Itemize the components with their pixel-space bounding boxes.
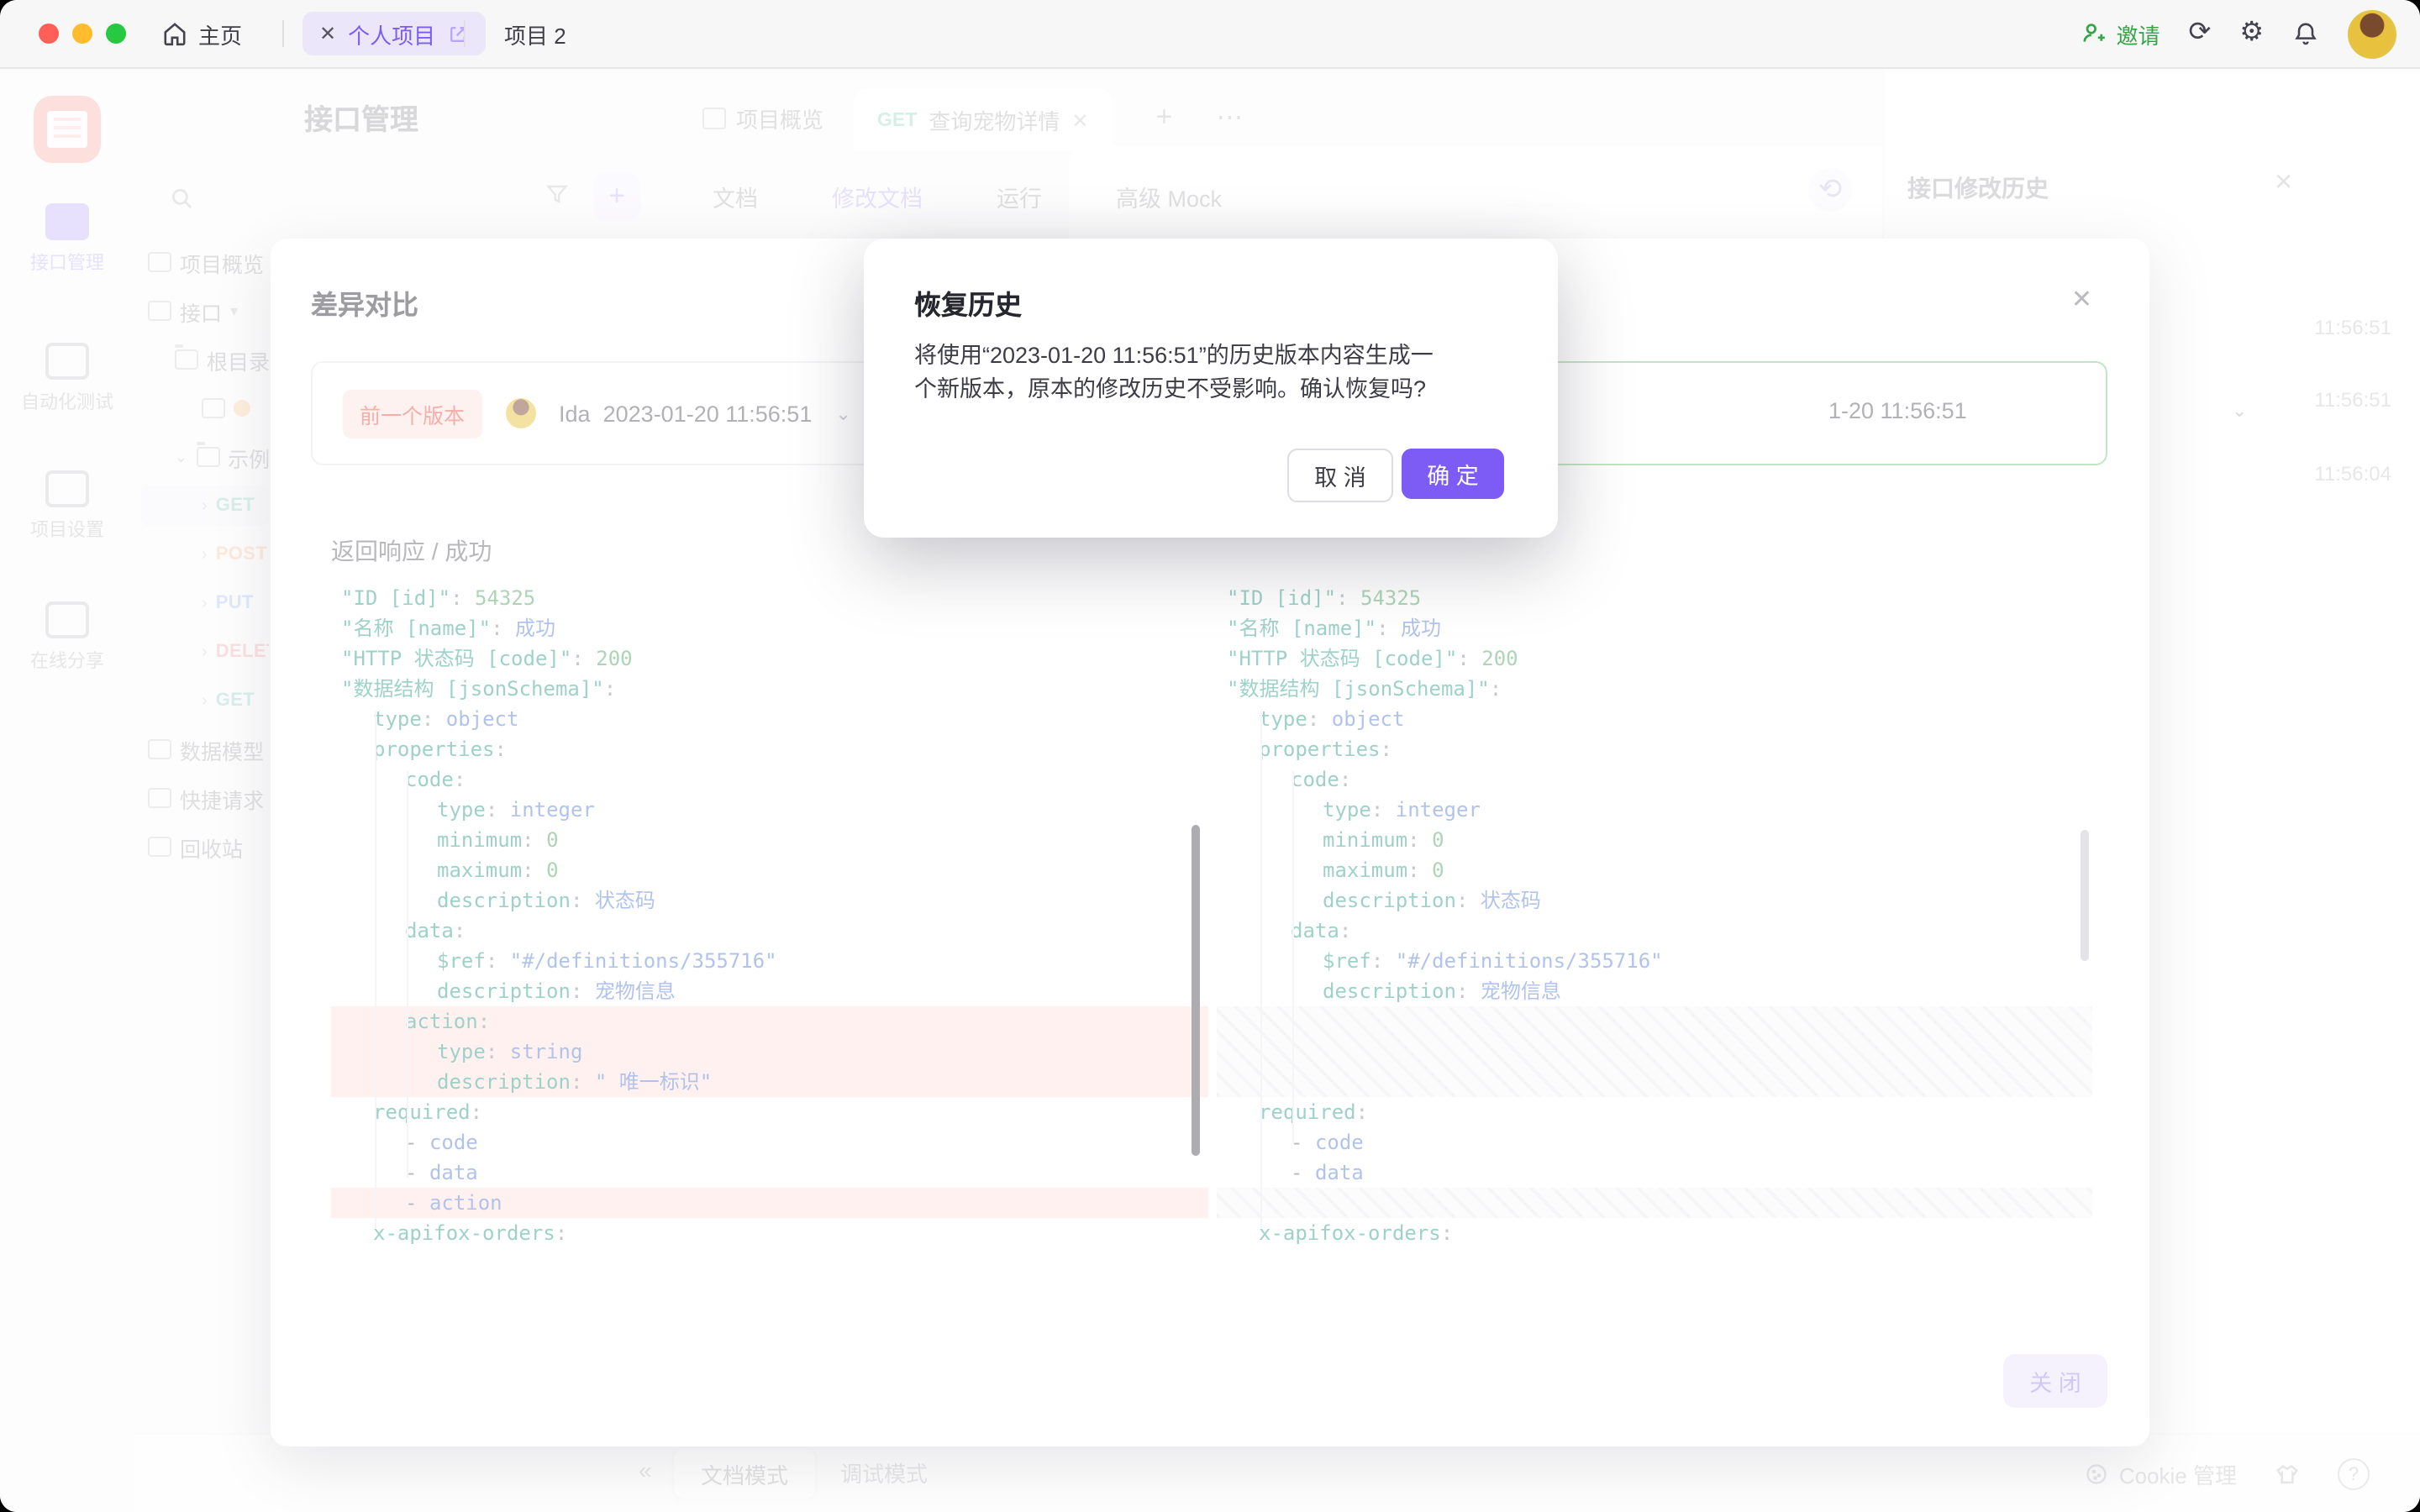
titlebar: 主页 ✕ 个人项目 项目 2 邀请 ⟳ ⚙: [0, 0, 2420, 69]
user-avatar[interactable]: [2348, 9, 2396, 58]
traffic-light-zoom[interactable]: [106, 24, 126, 44]
sync-icon[interactable]: ⟳: [2189, 20, 2212, 47]
external-link-icon[interactable]: [447, 23, 469, 45]
confirm-button[interactable]: 确 定: [1402, 449, 1504, 499]
dialog-body-line2: 个新版本，原本的修改历史不受影响。确认恢复吗?: [914, 376, 1426, 402]
home-tab[interactable]: 主页: [161, 0, 242, 67]
titlebar-divider: [464, 20, 466, 47]
project2-tab[interactable]: 项目 2: [504, 0, 566, 67]
invite-label: 邀请: [2116, 18, 2160, 50]
titlebar-actions: 邀请 ⟳ ⚙: [2081, 0, 2420, 67]
dialog-body-line1: 将使用“2023-01-20 11:56:51”的历史版本内容生成一: [914, 343, 1434, 368]
home-icon: [161, 20, 188, 47]
close-tab-icon[interactable]: ✕: [319, 22, 336, 45]
traffic-light-minimize[interactable]: [72, 24, 92, 44]
settings-gear-icon[interactable]: ⚙: [2239, 20, 2264, 47]
project2-label: 项目 2: [504, 18, 566, 50]
titlebar-divider: [282, 20, 284, 47]
traffic-light-close[interactable]: [39, 24, 59, 44]
dialog-body: 将使用“2023-01-20 11:56:51”的历史版本内容生成一 个新版本，…: [914, 339, 1512, 407]
cancel-button[interactable]: 取 消: [1287, 449, 1393, 502]
invite-icon: [2081, 20, 2107, 47]
personal-project-label: 个人项目: [348, 18, 435, 50]
restore-history-dialog: 恢复历史 将使用“2023-01-20 11:56:51”的历史版本内容生成一 …: [864, 239, 1558, 538]
home-label: 主页: [198, 18, 242, 50]
app-window: 主页 ✕ 个人项目 项目 2 邀请 ⟳ ⚙: [0, 0, 2420, 1512]
invite-button[interactable]: 邀请: [2081, 18, 2160, 50]
dialog-title: 恢复历史: [914, 282, 1022, 323]
personal-project-tab[interactable]: ✕ 个人项目: [302, 12, 486, 55]
notifications-bell-icon[interactable]: [2292, 20, 2319, 47]
